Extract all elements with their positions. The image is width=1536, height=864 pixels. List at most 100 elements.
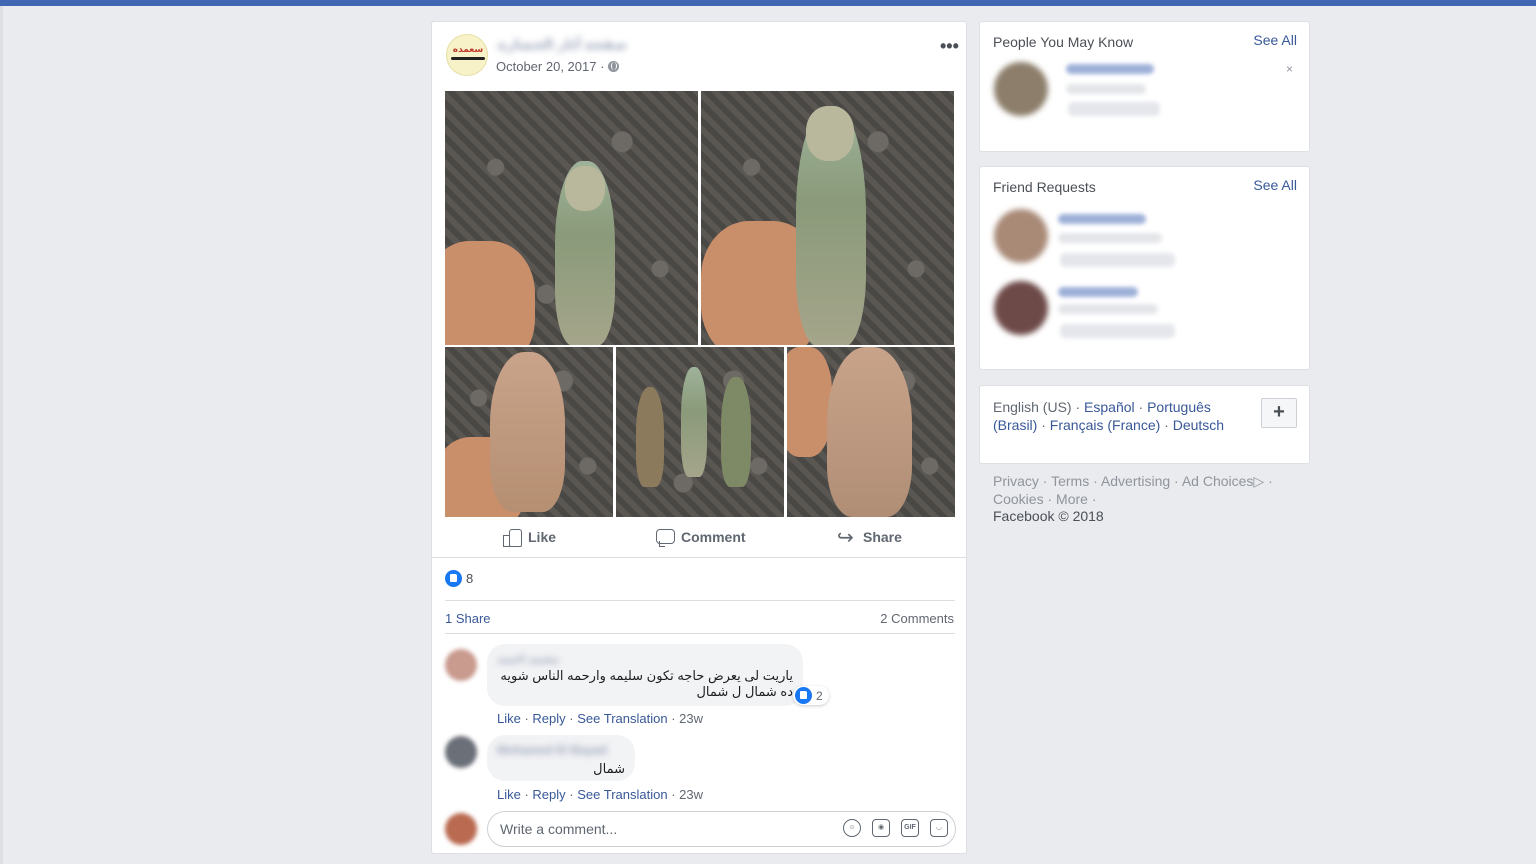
commenter-avatar[interactable] [445,649,477,681]
comment-time[interactable]: 23w [679,787,703,802]
comment-label: Comment [681,529,746,545]
see-translation-link[interactable]: See Translation [577,787,667,802]
write-comment-row: ☺ ◉ GIF ◡ [445,810,956,847]
footer-link-terms[interactable]: Terms [1051,473,1089,489]
share-count-link[interactable]: 1 Share [445,611,491,626]
comment-author-text: Mohamed El Bayad [497,743,608,757]
comment-tools: ☺ ◉ GIF ◡ [843,819,948,837]
add-language-button[interactable]: + [1261,398,1297,428]
suggested-person-meta [1066,84,1146,94]
footer-link-privacy[interactable]: Privacy [993,473,1039,489]
like-reaction-icon [445,570,462,587]
language-list: English (US) · Español · Português (Bras… [993,398,1258,434]
suggested-person-avatar[interactable] [994,62,1048,116]
comment-author[interactable]: Mohamed El Bayad [497,743,607,757]
comment-button[interactable]: Comment [655,528,746,547]
friend-request-meta [1058,233,1162,243]
language-link-espanol[interactable]: Español [1084,399,1135,415]
language-separator: · [1160,417,1173,433]
language-link-francais[interactable]: Français (France) [1050,417,1160,433]
footer-links: Privacy · Terms · Advertising · Ad Choic… [993,473,1273,524]
like-icon [502,528,522,547]
comment-time[interactable]: 23w [679,711,703,726]
divider [445,600,955,601]
language-box: English (US) · Español · Português (Bras… [979,385,1310,464]
post-photo-4[interactable] [616,347,784,517]
footer-link-more[interactable]: More [1056,491,1088,507]
comment-text: شمال [593,761,625,776]
comment-meta: Like · Reply · See Translation · 23w [497,787,703,802]
comment-reply-link[interactable]: Reply [532,711,565,726]
post-photo-5[interactable] [787,347,955,517]
language-link-deutsch[interactable]: Deutsch [1173,417,1224,433]
avatar-logo-line [451,57,485,60]
footer-link-ad-choices[interactable]: Ad Choices▷ [1182,473,1264,489]
comment-like-link[interactable]: Like [497,711,521,726]
footer-link-advertising[interactable]: Advertising [1101,473,1170,489]
share-icon [837,525,857,550]
comment-reaction-count: 2 [816,688,823,703]
globe-icon [608,61,620,72]
photo-statue [721,377,751,487]
friend-requests-title: Friend Requests [993,179,1096,195]
comment-count-link[interactable]: 2 Comments [880,611,954,626]
like-label: Like [528,529,557,545]
camera-icon[interactable]: ◉ [872,819,890,837]
current-language: English (US) · [993,399,1085,415]
footer-link-cookies[interactable]: Cookies [993,491,1044,507]
post-photo-2[interactable] [701,91,954,345]
friend-request-avatar[interactable] [994,281,1048,335]
page-edge [0,6,3,864]
photo-hand [787,347,832,457]
people-you-may-know-box: People You May Know See All × [979,21,1310,152]
comment-like-link[interactable]: Like [497,787,521,802]
commenter-avatar[interactable] [445,736,477,768]
gif-icon[interactable]: GIF [901,819,919,837]
suggested-person-name[interactable] [1066,64,1154,74]
like-button[interactable]: Like [502,528,557,547]
language-separator: · [1037,417,1050,433]
friend-request-avatar[interactable] [994,209,1048,263]
comment-author-text: محمد احمد [497,652,560,666]
confirm-friend-button[interactable] [1060,253,1175,267]
photo-statue [681,367,707,477]
comment-bubble: Mohamed El Bayad شمال [487,735,635,781]
current-user-avatar [445,813,477,845]
share-label: Share [863,529,902,545]
reaction-count: 8 [466,571,474,586]
confirm-friend-button[interactable] [1060,324,1175,338]
comment-text: ياريت لى يعرض حاجه تكون سليمه وارحمه الن… [500,668,793,699]
friend-requests-box: Friend Requests See All [979,166,1310,370]
post-author-name[interactable]: صفحة آثار الحضارة [498,36,627,54]
close-icon[interactable]: × [1286,62,1293,76]
comment-author[interactable]: محمد احمد [497,652,559,666]
people-you-may-know-see-all[interactable]: See All [1253,32,1297,48]
divider [445,633,955,634]
post-action-bar: Like Comment Share [432,524,966,558]
language-separator: · [1134,399,1148,415]
see-translation-link[interactable]: See Translation [577,711,667,726]
friend-request-meta [1058,304,1158,314]
reaction-summary[interactable]: 8 [445,570,473,587]
add-friend-button[interactable] [1068,102,1160,116]
comment-reaction-badge[interactable]: 2 [793,686,829,705]
photo-statue [636,387,664,487]
photo-statue [490,352,565,512]
more-options-icon[interactable]: ••• [940,36,959,57]
friend-request-name[interactable] [1058,287,1138,297]
friend-request-name[interactable] [1058,214,1146,224]
post-photo-3[interactable] [445,347,613,517]
sticker-icon[interactable]: ◡ [930,819,948,837]
post-card: سعمده صفحة آثار الحضارة October 20, 2017… [431,21,967,854]
footer-copyright: Facebook © 2018 [993,508,1104,524]
post-date-text: October 20, 2017 · [496,59,605,74]
comment-meta: Like · Reply · See Translation · 23w [497,711,703,726]
page-avatar[interactable]: سعمده [446,34,488,76]
post-timestamp[interactable]: October 20, 2017 · [496,59,620,74]
share-button[interactable]: Share [837,525,902,550]
post-author-name-text: صفحة آثار الحضارة [498,36,627,52]
friend-requests-see-all[interactable]: See All [1253,177,1297,193]
post-photo-1[interactable] [445,91,698,345]
emoji-icon[interactable]: ☺ [843,819,861,837]
comment-reply-link[interactable]: Reply [532,787,565,802]
